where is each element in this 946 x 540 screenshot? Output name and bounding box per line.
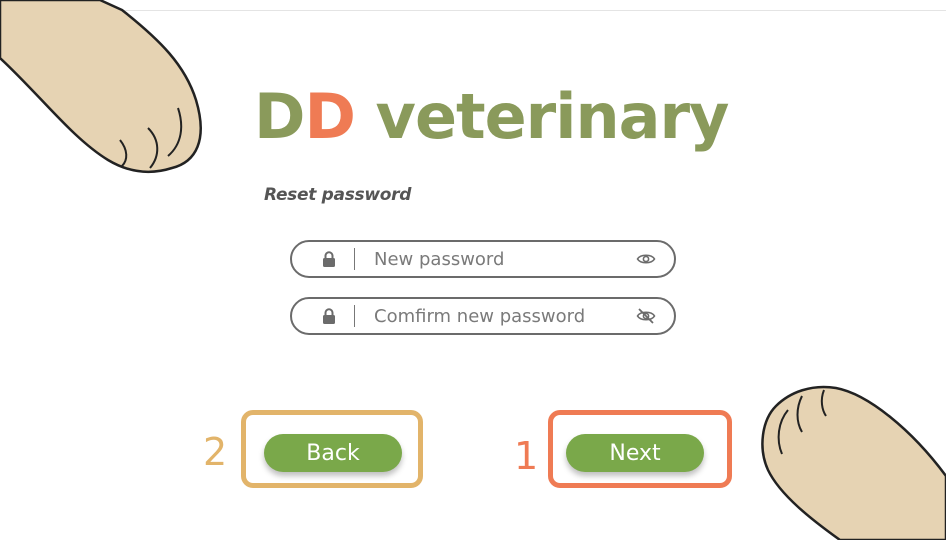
confirm-password-input[interactable] <box>374 303 624 329</box>
eye-icon[interactable] <box>636 250 656 268</box>
field-divider <box>354 248 355 270</box>
logo-wordmark: veterinary <box>354 80 730 153</box>
lock-icon <box>323 251 335 267</box>
logo-letter-d2: D <box>304 80 355 153</box>
new-password-input[interactable] <box>374 246 624 272</box>
page-title: Reset password <box>264 185 412 205</box>
eye-off-icon[interactable] <box>636 307 656 325</box>
new-password-field[interactable] <box>290 240 676 278</box>
logo-letter-d1: D <box>254 80 305 153</box>
app-logo: DD veterinary <box>254 86 729 148</box>
lock-icon <box>323 308 335 324</box>
back-button[interactable]: Back <box>264 434 402 472</box>
next-button[interactable]: Next <box>566 434 704 472</box>
paw-illustration-top-left <box>0 0 202 173</box>
step-number-next: 1 <box>514 434 539 478</box>
field-divider <box>354 305 355 327</box>
confirm-password-field[interactable] <box>290 297 676 335</box>
step-number-back: 2 <box>203 430 228 474</box>
paw-illustration-bottom-right <box>761 385 946 540</box>
